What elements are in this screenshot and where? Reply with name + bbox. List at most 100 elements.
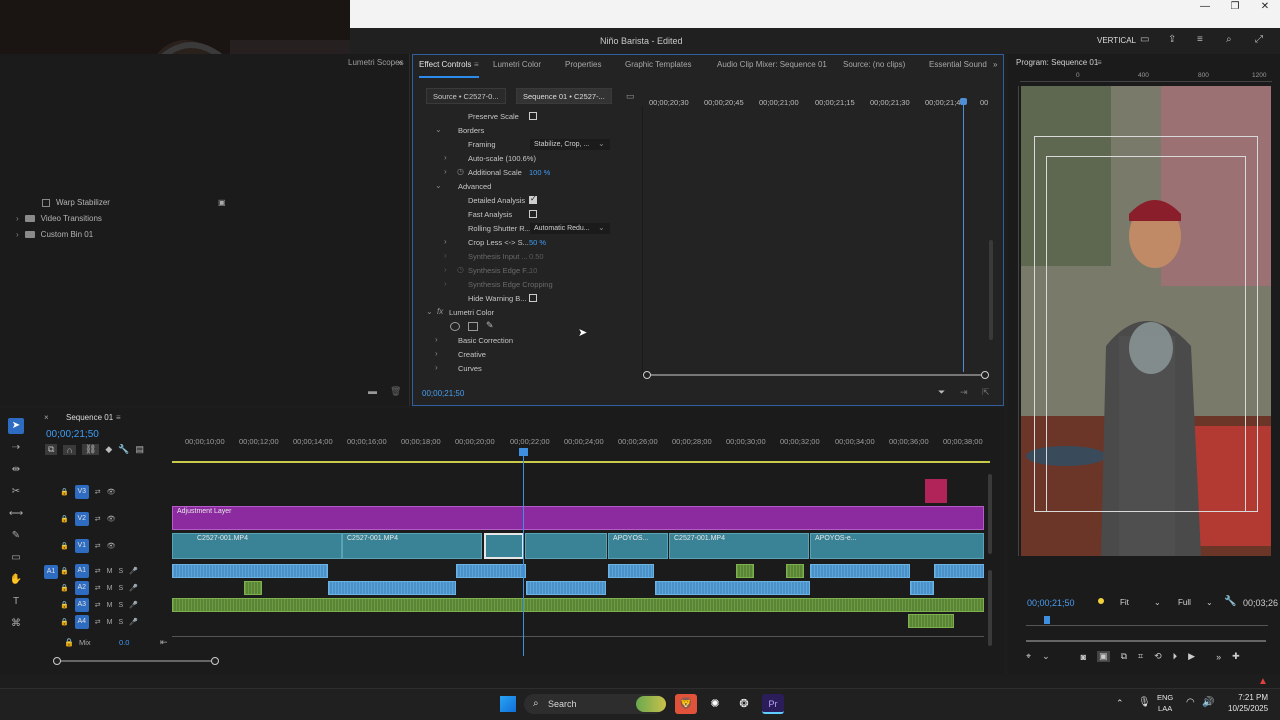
audio-clip-a2[interactable] bbox=[244, 581, 262, 595]
ec-current-time[interactable]: 00;00;21;50 bbox=[422, 389, 464, 398]
hand-tool-icon[interactable]: ✋ bbox=[8, 572, 24, 588]
mini-timeline-ruler[interactable] bbox=[1026, 618, 1268, 626]
solo-button[interactable]: S bbox=[118, 568, 123, 575]
minimize-button[interactable]: — bbox=[1190, 0, 1220, 16]
pen-mask-icon[interactable]: ✎ bbox=[486, 320, 494, 331]
clip-v1[interactable]: C2527-001.MP4 bbox=[342, 533, 482, 559]
audio-clip-a1[interactable] bbox=[810, 564, 910, 578]
volume-icon[interactable]: 🔊 bbox=[1202, 697, 1214, 708]
windows-start-icon[interactable] bbox=[500, 696, 516, 712]
play-icon[interactable]: ▶ bbox=[1188, 651, 1195, 662]
tab-lumetri-color[interactable]: Lumetri Color bbox=[493, 60, 541, 69]
tree-item-video-transitions[interactable]: › Video Transitions bbox=[16, 214, 102, 223]
tab-sequence[interactable]: Sequence 01 bbox=[66, 413, 113, 422]
lock-icon[interactable]: 🔒 bbox=[60, 488, 69, 496]
timeline-timecode[interactable]: 00;00;21;50 bbox=[46, 429, 99, 440]
add-marker-icon[interactable]: ◆ bbox=[105, 444, 112, 455]
crop-less-value[interactable]: 50 % bbox=[529, 238, 546, 247]
chevron-right-icon[interactable]: › bbox=[435, 363, 438, 372]
chevron-down-icon[interactable]: ⌄ bbox=[435, 125, 442, 134]
mix-expand-icon[interactable]: ⇤ bbox=[160, 637, 168, 648]
lock-icon[interactable]: 🔒 bbox=[60, 542, 69, 550]
lock-icon[interactable]: 🔒 bbox=[60, 515, 69, 523]
overflow-chevron-icon[interactable]: » bbox=[398, 58, 402, 67]
close-icon[interactable]: × bbox=[44, 413, 49, 422]
chevron-right-icon[interactable]: › bbox=[16, 230, 19, 239]
marker-dot-icon[interactable] bbox=[1098, 598, 1104, 604]
camera-icon[interactable]: ◙ bbox=[1081, 652, 1086, 662]
sync-lock-icon[interactable]: ⇄ bbox=[95, 542, 101, 550]
chatgpt-icon[interactable]: ✺ bbox=[704, 694, 726, 714]
export-icon[interactable]: ⇱ bbox=[982, 387, 990, 398]
chevron-right-icon[interactable]: › bbox=[444, 153, 447, 162]
close-button[interactable]: ✕ bbox=[1250, 0, 1280, 16]
chevron-up-icon[interactable]: ⌃ bbox=[1116, 698, 1124, 709]
search-icon[interactable]: ⌕ bbox=[1226, 34, 1232, 45]
ec-horizontal-scrollbar[interactable] bbox=[643, 371, 989, 379]
brave-browser-icon[interactable]: 🦁 bbox=[675, 694, 697, 714]
nest-icon[interactable]: ⧉ bbox=[45, 444, 58, 455]
source-patch-a1[interactable]: A1 bbox=[44, 565, 58, 579]
lock-icon[interactable]: 🔒 bbox=[60, 584, 69, 592]
track-name[interactable]: A2 bbox=[74, 581, 89, 595]
fast-analysis-checkbox[interactable] bbox=[529, 210, 537, 218]
audio-clip-a3[interactable] bbox=[172, 598, 984, 612]
mute-button[interactable]: M bbox=[107, 568, 113, 575]
fx-icon[interactable]: fx bbox=[437, 307, 443, 316]
audio-clip-a2[interactable] bbox=[655, 581, 810, 595]
clip-v1[interactable] bbox=[525, 533, 607, 559]
lock-icon[interactable]: 🔒 bbox=[60, 601, 69, 609]
solo-button[interactable]: S bbox=[118, 602, 123, 609]
maximize-button[interactable]: ❐ bbox=[1220, 0, 1250, 16]
compare-icon[interactable]: ⧉ bbox=[1121, 651, 1127, 662]
filter-icon[interactable]: ⏷ bbox=[938, 387, 945, 398]
detailed-analysis-checkbox[interactable] bbox=[529, 194, 537, 204]
chevron-right-icon[interactable]: › bbox=[16, 214, 19, 223]
pen-tool-icon[interactable]: ✎ bbox=[8, 528, 24, 544]
fullscreen-icon[interactable]: ⤢ bbox=[1255, 34, 1263, 45]
video-track-scrollbar[interactable] bbox=[988, 474, 992, 554]
timeline-playhead[interactable] bbox=[519, 448, 528, 656]
trash-icon[interactable]: 🗑 bbox=[390, 386, 401, 397]
clip-v1[interactable]: C2527-001.MP4 bbox=[669, 533, 809, 559]
mini-playhead[interactable] bbox=[1044, 616, 1050, 624]
track-name[interactable]: A4 bbox=[74, 615, 89, 629]
track-name[interactable]: A1 bbox=[74, 564, 89, 578]
step-forward-icon[interactable]: ⏵ bbox=[1173, 651, 1178, 662]
chevron-right-icon[interactable]: › bbox=[444, 237, 447, 246]
openai-app-icon[interactable]: ❂ bbox=[733, 694, 755, 714]
panel-menu-icon[interactable]: ≡ bbox=[1097, 58, 1102, 67]
lock-icon[interactable]: 🔒 bbox=[64, 638, 74, 647]
lock-icon[interactable]: 🔒 bbox=[60, 567, 69, 575]
premiere-pro-icon[interactable]: Pr bbox=[762, 694, 784, 714]
audio-clip-a1[interactable] bbox=[172, 564, 328, 578]
mix-value[interactable]: 0.0 bbox=[119, 638, 129, 647]
stopwatch-icon[interactable]: ◷ bbox=[457, 167, 464, 176]
tab-audio-clip-mixer[interactable]: Audio Clip Mixer: Sequence 01 bbox=[717, 60, 827, 69]
clip-v1-selected[interactable] bbox=[484, 533, 524, 559]
tab-menu-icon[interactable]: ≡ bbox=[474, 60, 479, 69]
wifi-icon[interactable]: ◠ bbox=[1186, 697, 1195, 708]
razor-tool-icon[interactable]: ✂ bbox=[8, 484, 24, 500]
sync-lock-icon[interactable]: ⇄ bbox=[95, 618, 101, 626]
eye-icon[interactable]: 👁 bbox=[107, 488, 116, 496]
microphone-tray-icon[interactable]: 🎙 bbox=[1138, 697, 1151, 708]
clip-v3-graphic[interactable] bbox=[925, 479, 947, 503]
clip-v1[interactable]: APOYOS... bbox=[608, 533, 668, 559]
program-timecode[interactable]: 00;00;21;50 bbox=[1027, 598, 1075, 608]
workspace-name[interactable]: VERTICAL bbox=[1097, 36, 1136, 45]
hide-warning-checkbox[interactable] bbox=[529, 294, 537, 302]
ec-vertical-scrollbar[interactable] bbox=[989, 240, 993, 340]
caption-tool-icon[interactable]: ⌘ bbox=[8, 616, 24, 632]
sync-lock-icon[interactable]: ⇄ bbox=[95, 567, 101, 575]
subtab-sequence[interactable]: Sequence 01 • C2527-... bbox=[516, 88, 612, 104]
chevron-right-icon[interactable]: › bbox=[435, 335, 438, 344]
ellipse-mask-icon[interactable] bbox=[450, 322, 460, 331]
ec-playhead[interactable] bbox=[960, 98, 967, 372]
panel-menu-icon[interactable]: ≡ bbox=[116, 413, 121, 422]
warning-icon[interactable]: ▲ bbox=[1258, 676, 1268, 687]
loop-icon[interactable]: ⟲ bbox=[1154, 651, 1162, 662]
clip-adjustment-layer[interactable]: Adjustment Layer bbox=[172, 506, 984, 530]
eye-icon[interactable]: 👁 bbox=[107, 515, 116, 523]
audio-clip-a1[interactable] bbox=[608, 564, 654, 578]
